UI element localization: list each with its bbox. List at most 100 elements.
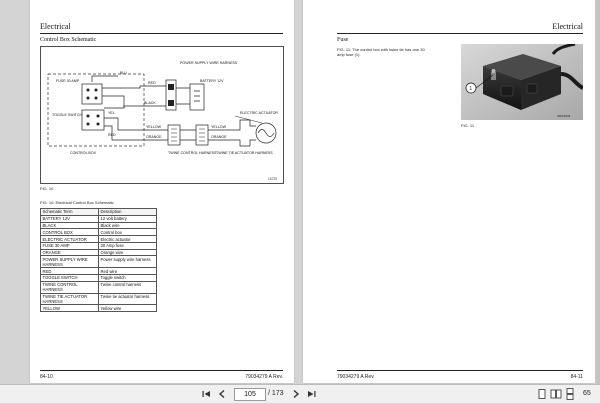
term-cell: POWER SUPPLY WIRE HARNESS: [40, 255, 99, 269]
table-row: POWER SUPPLY WIRE HARNESS Power supply wi…: [40, 255, 157, 269]
label-red: RED: [148, 81, 156, 85]
viewer-toolbar: / 173 65: [0, 384, 600, 403]
control-box-photo: 1 20016034: [461, 44, 583, 120]
term-cell: ELECTRIC ACTUATOR: [40, 235, 99, 243]
label-battery: BATTERY 12V: [200, 79, 224, 83]
label-twine-control: TWINE CONTROL HARNESS: [168, 151, 217, 155]
column-header: Description: [98, 208, 157, 216]
description-cell: Orange wire: [98, 248, 157, 257]
term-cell: TWINE CONTROL HARNESS: [40, 280, 99, 294]
description-cell: Power supply wire harness: [98, 255, 157, 269]
page-header: Electrical: [40, 22, 71, 31]
description-cell: 12 volt battery: [98, 214, 157, 223]
description-cell: Yellow wire: [98, 304, 157, 313]
term-cell: YELLOW: [40, 304, 99, 313]
label-red-small: RED: [108, 133, 116, 137]
header-rule: [337, 33, 583, 34]
next-page-button[interactable]: [290, 388, 302, 400]
last-page-button[interactable]: [306, 388, 318, 400]
label-orange-right: ORANGE: [211, 135, 227, 139]
footer-document-rev: 79034279 A Rev.: [337, 374, 375, 380]
description-cell: Electric actuator: [98, 235, 157, 243]
description-cell: Twine control harness: [98, 280, 157, 294]
table-row: TOGGLE SWITCH Toggle switch: [40, 274, 157, 282]
table-row: ELECTRIC ACTUATOR Electric actuator: [40, 235, 157, 243]
page-header: Electrical: [552, 22, 583, 31]
label-yellow: YELLOW: [146, 125, 162, 129]
header-rule: [40, 33, 283, 34]
label-toggle: TOGGLE SWITCH: [52, 113, 82, 117]
zoom-level[interactable]: 65: [583, 388, 591, 400]
label-power-supply: POWER SUPPLY WIRE HARNESS: [180, 61, 238, 65]
description-cell: Toggle switch: [98, 274, 157, 282]
term-cell: BLACK: [40, 221, 99, 230]
description-cell: Twine tie actuator harness: [98, 292, 157, 306]
description-cell: 30 Amp fuse: [98, 241, 157, 250]
scroll-pages-icon: [566, 388, 574, 400]
photo-id: 20016034: [557, 114, 571, 118]
two-page-view-button[interactable]: [550, 388, 562, 400]
description-cell: Black wire: [98, 221, 157, 230]
continuous-view-button[interactable]: [564, 388, 576, 400]
term-cell: RED: [40, 267, 99, 276]
table-row: BATTERY 12V 12 volt battery: [40, 214, 157, 223]
term-cell: CONTROL BOX: [40, 228, 99, 237]
chevron-left-icon: [218, 389, 225, 399]
callout-number: 1: [469, 86, 472, 92]
single-page-icon: [538, 389, 546, 399]
term-cell: TOGGLE SWITCH: [40, 274, 99, 282]
label-twine-tie: TWINE TIE ACTUATOR HARNESS: [216, 151, 273, 155]
right-page: Electrical Fuse FIG. 11: The control box…: [303, 0, 595, 383]
table-caption: FIG. 10: Electrical Control Box Schemati…: [40, 200, 114, 205]
table-row: CONTROL BOX Control box: [40, 228, 157, 237]
table-row: BLACK Black wire: [40, 221, 157, 230]
vertical-scrollbar[interactable]: [596, 0, 600, 384]
footer-rule: [40, 370, 283, 371]
table-row: YELLOW Yellow wire: [40, 304, 157, 313]
left-page: Electrical Control Box Schematic POWER S…: [30, 0, 294, 383]
table-row: TWINE CONTROL HARNESS Twine control harne…: [40, 280, 157, 294]
single-page-view-button[interactable]: [536, 388, 548, 400]
footer-document-rev: 79034279 A Rev.: [245, 374, 283, 380]
table-row: ORANGE Orange wire: [40, 248, 157, 257]
section-title: Fuse: [337, 37, 349, 43]
term-cell: TWINE TIE ACTUATOR HARNESS: [40, 292, 99, 306]
description-cell: Control box: [98, 228, 157, 237]
table-row: RED Red wire: [40, 267, 157, 276]
description-cell: Red wire: [98, 267, 157, 276]
last-page-icon: [308, 391, 316, 397]
footer-page-number: 84-11: [570, 374, 583, 380]
two-page-icon: [550, 389, 562, 399]
document-viewer: Electrical Control Box Schematic POWER S…: [0, 0, 600, 384]
label-yel-left: YEL: [108, 111, 115, 115]
footer-rule: [337, 370, 583, 371]
label-black: BLACK: [144, 101, 156, 105]
term-cell: BATTERY 12V: [40, 214, 99, 223]
footer-page-number: 84-10: [40, 374, 53, 380]
label-control-box: CONTROL BOX: [70, 151, 97, 155]
total-pages: / 173: [268, 390, 284, 397]
figure-label: FIG. 11: [461, 123, 475, 128]
fig-11-caption: FIG. 11: The control box with twine tie …: [337, 47, 425, 57]
section-title: Control Box Schematic: [40, 37, 97, 43]
control-box-schematic: POWER SUPPLY WIRE HARNESS BATTERY 12V FU…: [40, 46, 284, 184]
column-header: Schematic Term: [40, 208, 99, 216]
first-page-button[interactable]: [200, 388, 212, 400]
label-fuse: FUSE 30 AMP: [56, 79, 80, 83]
term-cell: ORANGE: [40, 248, 99, 257]
page-number-input[interactable]: [234, 388, 266, 401]
figure-label: FIG. 10: [40, 186, 54, 191]
label-electric-actuator: ELECTRIC ACTUATOR: [240, 111, 278, 115]
label-blu: BLU: [120, 71, 127, 75]
schematic-terms-table: Schematic Term Description BATTERY 12V 12…: [40, 208, 157, 313]
previous-page-button[interactable]: [216, 388, 228, 400]
figure-id: 16729: [268, 177, 277, 181]
term-cell: FUSE 30 AMP: [40, 241, 99, 250]
first-page-icon: [202, 391, 210, 397]
label-yellow-right: YELLOW: [211, 125, 227, 129]
chevron-right-icon: [293, 389, 300, 399]
table-row: FUSE 30 AMP 30 Amp fuse: [40, 241, 157, 250]
label-orange: ORANGE: [146, 135, 162, 139]
table-row: TWINE TIE ACTUATOR HARNESS Twine tie actu…: [40, 292, 157, 306]
table-header-row: Schematic Term Description: [40, 208, 157, 216]
